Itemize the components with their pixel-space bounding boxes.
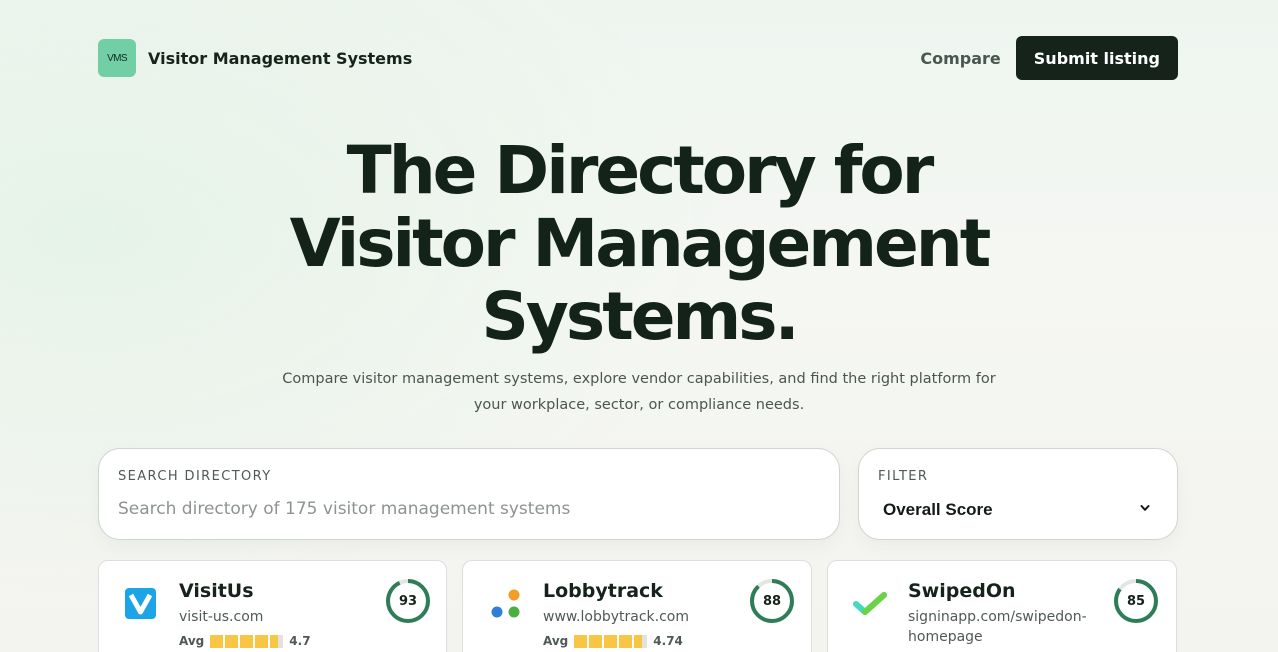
vendor-name: Lobbytrack: [543, 580, 663, 602]
overall-score: 85: [1126, 593, 1146, 609]
star-icon: [210, 634, 224, 648]
star-rating-icon: [210, 634, 284, 648]
vendor-url[interactable]: signinapp.com/swipedon-homepage: [908, 607, 1087, 647]
compare-link[interactable]: Compare: [920, 49, 1000, 68]
rating-value: 4.74: [653, 634, 683, 648]
star-icon: [634, 634, 648, 648]
visitus-v-logo-icon: [125, 588, 156, 619]
search-label: SEARCH DIRECTORY: [118, 469, 272, 484]
brand[interactable]: VMS Visitor Management Systems: [98, 39, 412, 77]
submit-listing-button[interactable]: Submit listing: [1015, 36, 1178, 80]
vendor-card-visitus[interactable]: VisitUs visit-us.com Avg 4.7 93: [98, 560, 447, 652]
hero-subtitle: Compare visitor management systems, expl…: [282, 371, 996, 413]
brand-logo: VMS: [98, 39, 136, 77]
filter-select[interactable]: FILTER Overall Score: [858, 448, 1178, 540]
chevron-down-icon: [1140, 505, 1150, 511]
star-icon: [240, 634, 254, 648]
brand-name: Visitor Management Systems: [148, 48, 413, 68]
star-icon: [619, 634, 633, 648]
star-icon: [574, 634, 588, 648]
swipedon-check-logo-icon: [853, 592, 887, 615]
lobbytrack-dots-logo-icon: [491, 589, 520, 618]
avg-label: Avg: [179, 634, 205, 648]
overall-score: 93: [398, 593, 418, 609]
hero-title: The Directory for Visitor Management Sys…: [0, 134, 1278, 353]
vendor-name: SwipedOn: [908, 580, 1016, 602]
star-icon: [255, 634, 269, 648]
filter-value: Overall Score: [883, 500, 993, 519]
search-panel: SEARCH DIRECTORY: [98, 448, 840, 540]
rating-value: 4.7: [289, 634, 311, 648]
search-input[interactable]: [118, 495, 818, 523]
hero-title-line-2: Visitor Management: [289, 205, 992, 282]
vendor-card-lobbytrack[interactable]: Lobbytrack www.lobbytrack.com Avg 4.74 8…: [462, 560, 812, 652]
star-icon: [589, 634, 603, 648]
top-nav: Compare Submit listing: [920, 36, 1178, 80]
star-icon: [604, 634, 618, 648]
hero-title-line-3: Systems.: [481, 278, 799, 355]
vendor-name: VisitUs: [179, 580, 254, 602]
vendor-rating: Avg 4.74: [543, 634, 683, 648]
filter-label: FILTER: [878, 469, 929, 484]
page: VMS Visitor Management Systems Compare S…: [0, 0, 1278, 652]
vendor-card-swipedon[interactable]: SwipedOn signinapp.com/swipedon-homepage…: [827, 560, 1177, 652]
star-rating-icon: [574, 634, 648, 648]
overall-score: 88: [762, 593, 782, 609]
vendor-rating: Avg 4.7: [179, 634, 311, 648]
vendor-url[interactable]: www.lobbytrack.com: [543, 607, 719, 627]
avg-label: Avg: [543, 634, 569, 648]
vendor-url[interactable]: visit-us.com: [179, 607, 355, 627]
star-icon: [225, 634, 239, 648]
star-icon: [270, 634, 284, 648]
hero-title-line-1: The Directory for: [346, 132, 935, 209]
